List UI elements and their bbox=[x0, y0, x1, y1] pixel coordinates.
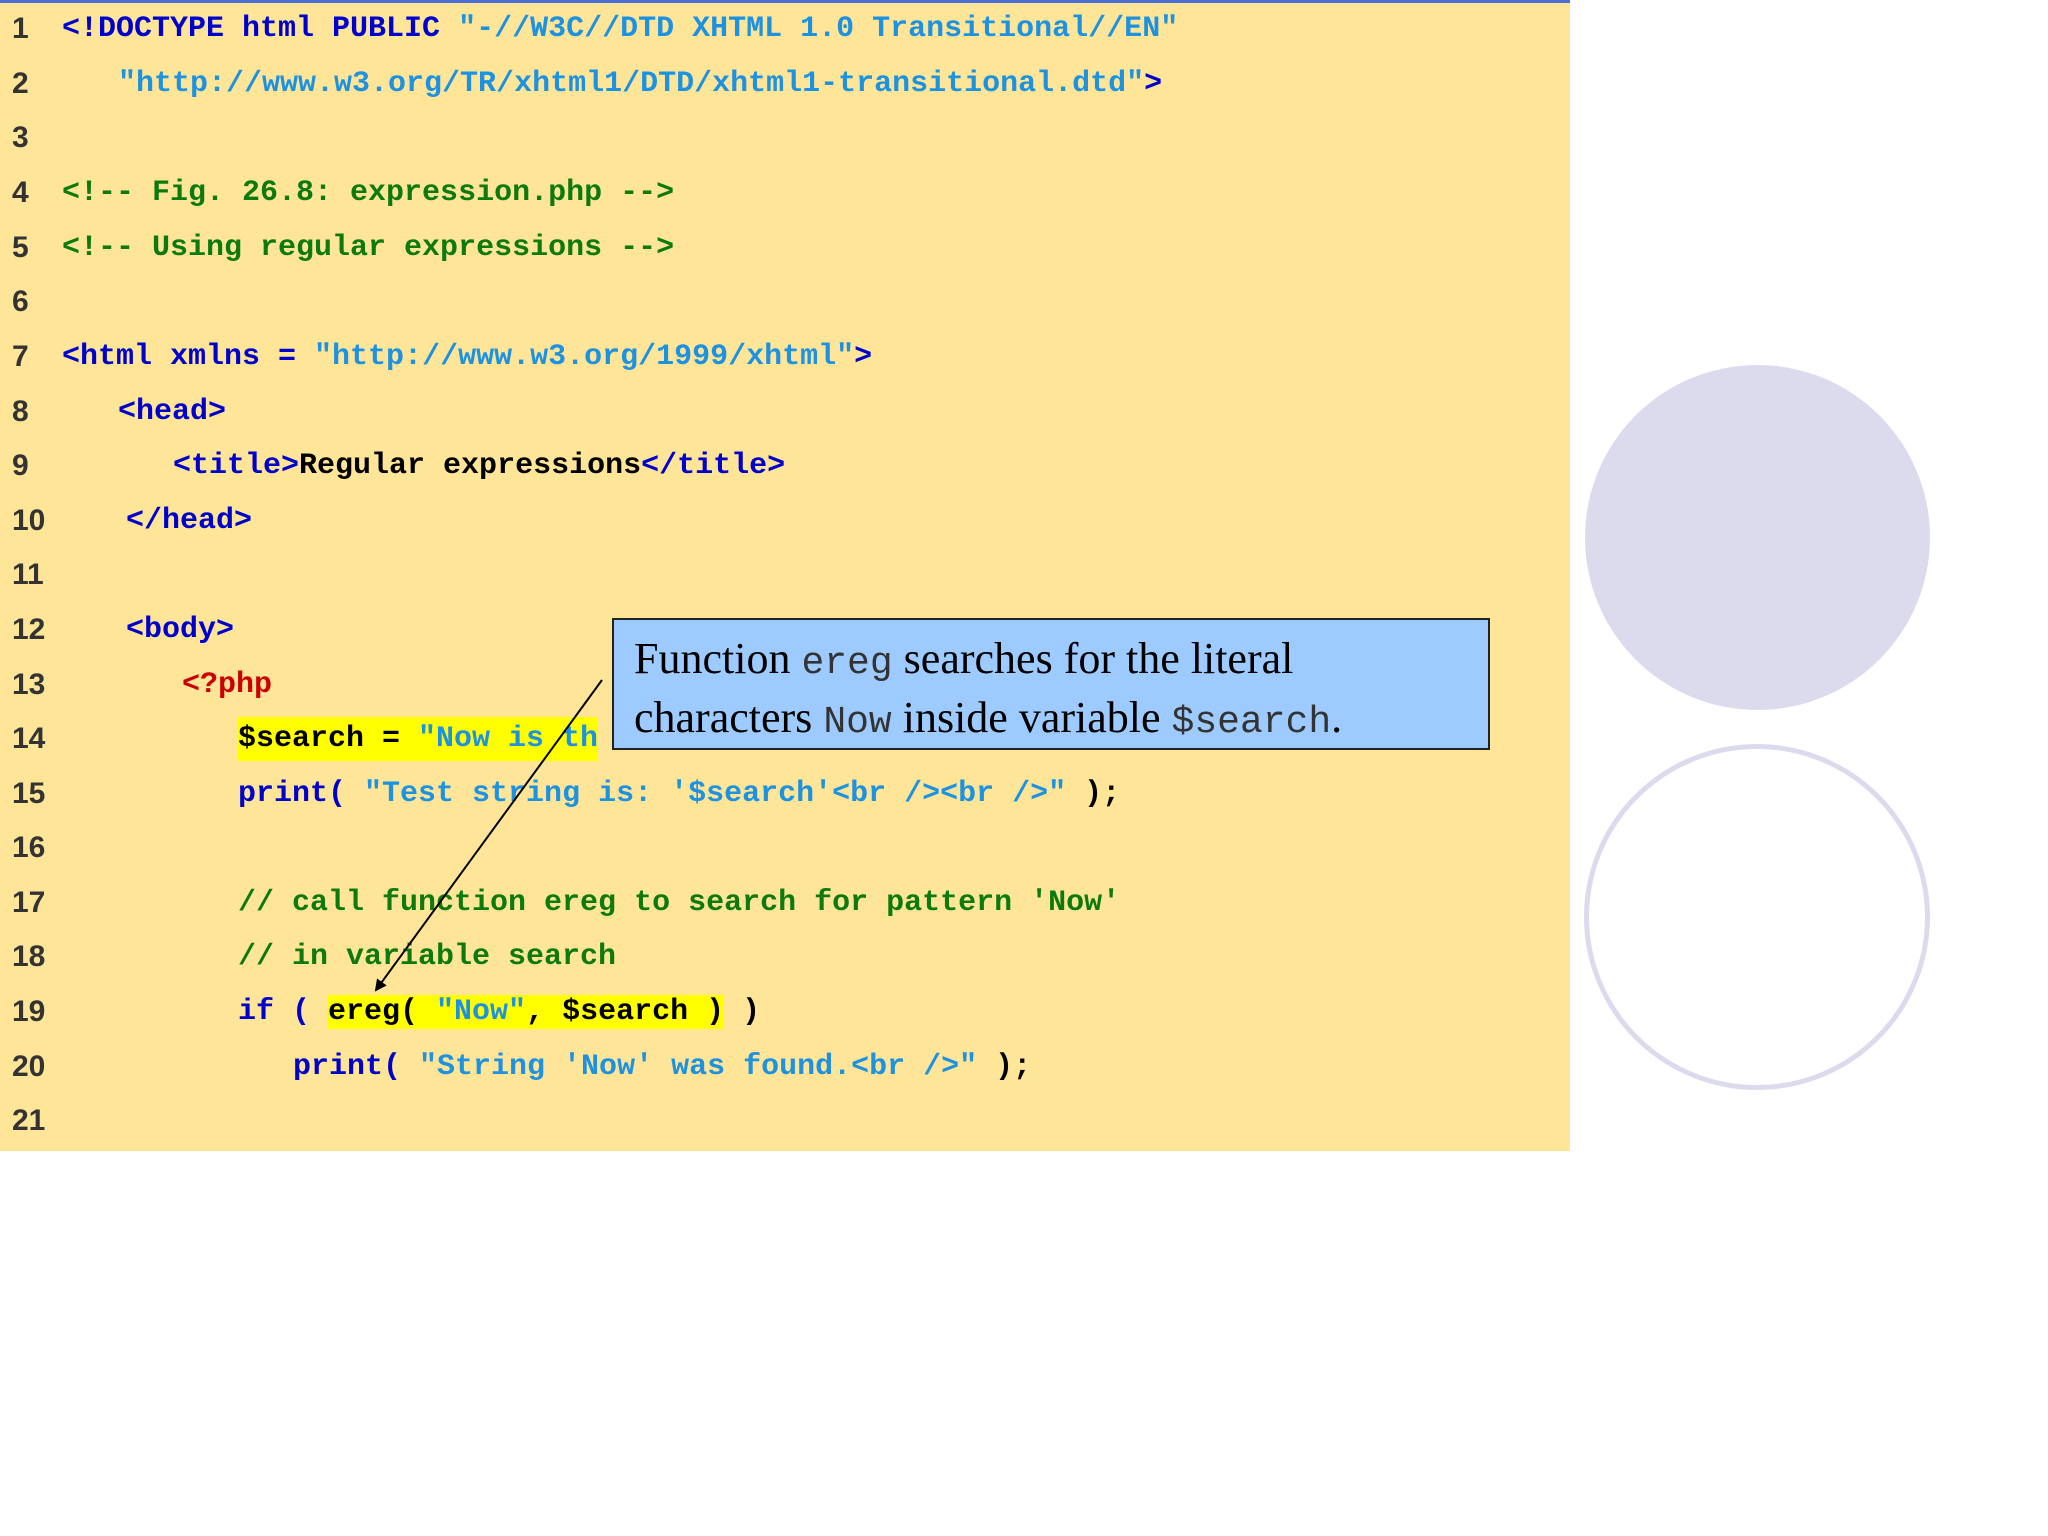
tag-close: > bbox=[854, 340, 873, 374]
statement-end: ); bbox=[1066, 777, 1121, 811]
decorative-circle-filled bbox=[1585, 365, 1930, 710]
code-line-19: 19 if ( ereg( "Now", $search ) ) bbox=[0, 990, 1570, 1044]
title-open-tag: <title> bbox=[173, 449, 300, 483]
line-number: 15 bbox=[12, 777, 46, 810]
statement-end: ); bbox=[977, 1050, 1032, 1084]
callout-code-now: Now bbox=[823, 701, 892, 744]
tag-close: > bbox=[1144, 67, 1163, 101]
line-number: 17 bbox=[12, 886, 46, 919]
code-line-4: 4 <!-- Fig. 26.8: expression.php --> bbox=[0, 171, 1570, 225]
line-number: 14 bbox=[12, 722, 46, 755]
title-text: Regular expressions bbox=[299, 449, 642, 483]
line-number: 21 bbox=[12, 1104, 46, 1137]
line-number: 16 bbox=[12, 831, 46, 864]
line-number: 11 bbox=[12, 558, 44, 591]
if-keyword: if ( bbox=[238, 995, 329, 1029]
line-number: 20 bbox=[12, 1050, 46, 1083]
print-keyword: print( bbox=[293, 1050, 420, 1084]
code-line-17: 17 // call function ereg to search for p… bbox=[0, 881, 1570, 935]
body-tag: <body> bbox=[126, 613, 235, 647]
php-open-tag: <?php bbox=[182, 668, 273, 702]
code-listing-panel: 1 <!DOCTYPE html PUBLIC "-//W3C//DTD XHT… bbox=[0, 0, 1570, 1151]
decorative-circle-outline bbox=[1584, 744, 1930, 1090]
html-tag: <html xmlns = bbox=[62, 340, 315, 374]
code-line-18: 18 // in variable search bbox=[0, 935, 1570, 989]
code-line-8: 8 <head> bbox=[0, 390, 1570, 444]
doctype-string: "-//W3C//DTD XHTML 1.0 Transitional//EN" bbox=[458, 12, 1179, 46]
line-number: 6 bbox=[12, 285, 29, 318]
comment: // call function ereg to search for patt… bbox=[238, 886, 1121, 920]
callout-text-1: Function bbox=[634, 634, 802, 683]
pattern-string: "Now" bbox=[436, 995, 527, 1029]
callout-code-search: $search bbox=[1171, 701, 1332, 744]
line-number: 12 bbox=[12, 613, 46, 646]
line-number: 7 bbox=[12, 340, 29, 373]
callout-box: Function ereg searches for the literal c… bbox=[612, 618, 1490, 750]
code-line-16: 16 bbox=[0, 826, 1570, 880]
code-line-11: 11 bbox=[0, 553, 1570, 607]
code-line-5: 5 <!-- Using regular expressions --> bbox=[0, 226, 1570, 280]
comment: <!-- Fig. 26.8: expression.php --> bbox=[62, 176, 675, 210]
xmlns-string: "http://www.w3.org/1999/xhtml" bbox=[314, 340, 855, 374]
found-string: "String 'Now' was found.<br />" bbox=[419, 1050, 978, 1084]
line-number: 10 bbox=[12, 504, 46, 537]
code-line-7: 7 <html xmlns = "http://www.w3.org/1999/… bbox=[0, 335, 1570, 389]
code-line-15: 15 print( "Test string is: '$search'<br … bbox=[0, 772, 1570, 826]
code-line-9: 9 <title>Regular expressions</title> bbox=[0, 444, 1570, 498]
line-number: 9 bbox=[12, 449, 29, 482]
search-assignment: $search = bbox=[238, 722, 419, 756]
line-number: 8 bbox=[12, 395, 29, 428]
code-line-3: 3 bbox=[0, 116, 1570, 170]
line-number: 4 bbox=[12, 176, 29, 209]
callout-text-3: inside variable bbox=[891, 693, 1172, 742]
line-number: 3 bbox=[12, 121, 29, 154]
line-number: 5 bbox=[12, 231, 29, 264]
callout-code-ereg: ereg bbox=[801, 642, 893, 685]
title-close-tag: </title> bbox=[641, 449, 786, 483]
line-number: 2 bbox=[12, 67, 29, 100]
head-close-tag: </head> bbox=[126, 504, 253, 538]
doctype-keyword: <!DOCTYPE html PUBLIC bbox=[62, 12, 459, 46]
search-string: "Now is th bbox=[418, 722, 599, 756]
dtd-url-string: "http://www.w3.org/TR/xhtml1/DTD/xhtml1-… bbox=[118, 67, 1145, 101]
head-tag: <head> bbox=[118, 395, 227, 429]
print-string: "Test string is: '$search'<br /><br />" bbox=[364, 777, 1067, 811]
ereg-call: ereg( bbox=[328, 995, 437, 1029]
print-keyword: print( bbox=[238, 777, 365, 811]
code-line-1: 1 <!DOCTYPE html PUBLIC "-//W3C//DTD XHT… bbox=[0, 7, 1570, 61]
line-number: 18 bbox=[12, 940, 46, 973]
if-close: ) bbox=[724, 995, 761, 1029]
code-line-10: 10 </head> bbox=[0, 499, 1570, 553]
comment: <!-- Using regular expressions --> bbox=[62, 231, 675, 265]
line-number: 19 bbox=[12, 995, 46, 1028]
callout-text-4: . bbox=[1331, 693, 1343, 742]
code-line-6: 6 bbox=[0, 280, 1570, 334]
comment: // in variable search bbox=[238, 940, 617, 974]
code-line-21: 21 bbox=[0, 1099, 1570, 1153]
line-number: 13 bbox=[12, 668, 46, 701]
line-number: 1 bbox=[12, 12, 29, 45]
code-line-2: 2 "http://www.w3.org/TR/xhtml1/DTD/xhtml… bbox=[0, 62, 1570, 116]
ereg-args: , $search ) bbox=[526, 995, 725, 1029]
code-line-20: 20 print( "String 'Now' was found.<br />… bbox=[0, 1045, 1570, 1099]
